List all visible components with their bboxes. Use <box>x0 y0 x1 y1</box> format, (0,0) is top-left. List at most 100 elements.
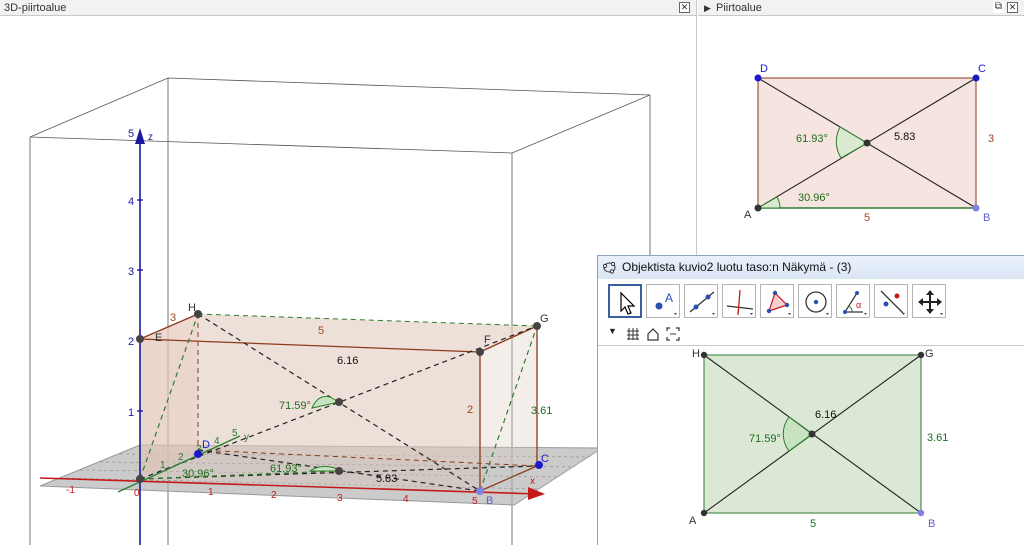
grid-icon[interactable] <box>626 327 640 341</box>
x-tick: 2 <box>271 490 277 501</box>
label-len-2: 2 <box>467 404 473 416</box>
label-angle-corner: 30.96° <box>798 192 830 204</box>
y-tick: 1 <box>160 460 166 471</box>
svg-text:A: A <box>665 291 673 305</box>
graphics-3d-titlebar: 3D-piirtoalue ✕ <box>0 0 696 16</box>
point-center[interactable] <box>863 139 871 147</box>
label-side-right: 3 <box>988 133 994 145</box>
point-c[interactable] <box>972 74 980 82</box>
x-tick: -1 <box>66 485 75 496</box>
z-tick: 4 <box>128 196 134 208</box>
label-side-bottom: 5 <box>864 212 870 224</box>
z-tick: 3 <box>128 266 134 278</box>
x-tick: 0 <box>134 488 140 499</box>
scene-2d[interactable]: A B C D 61.93° 5.83 3 30.96° 5 <box>698 16 1024 258</box>
graphics-2d-panel[interactable]: ▶ Piirtoalue ⧉ ✕ A B C D 61.93° 5.83 3 3… <box>698 0 1024 258</box>
triangle-down-icon[interactable]: ▼ <box>608 326 617 336</box>
graphics-3d-panel[interactable]: 3D-piirtoalue ✕ 1 2 3 4 5 z -1 0 1 2 3 4… <box>0 0 697 545</box>
label-h: H <box>692 348 700 360</box>
x-axis-label: x <box>530 476 535 487</box>
point-center-top <box>335 398 343 406</box>
window-titlebar[interactable]: Objektista kuvio2 luotu taso:n Näkymä - … <box>598 256 1024 279</box>
y-tick: 2 <box>178 452 184 463</box>
move-view-tool[interactable] <box>912 284 946 318</box>
point-tool[interactable]: A <box>646 284 680 318</box>
point-b <box>476 487 484 495</box>
y-tick: 5 <box>232 428 238 439</box>
undock-icon[interactable]: ⧉ <box>993 2 1004 13</box>
point-center-bottom <box>335 467 343 475</box>
svg-text:α: α <box>856 300 861 310</box>
line-tool[interactable] <box>684 284 718 318</box>
close-icon[interactable]: ✕ <box>679 2 690 13</box>
geogebra-icon <box>603 261 616 274</box>
x-tick: 1 <box>208 487 214 498</box>
label-angle-small: 30.96° <box>182 468 214 480</box>
plane-view-window[interactable]: Objektista kuvio2 luotu taso:n Näkymä - … <box>597 255 1024 545</box>
point-b[interactable] <box>972 204 980 212</box>
label-side-top: 3.61 <box>531 405 552 417</box>
graphics-2d-title: Piirtoalue <box>716 2 762 14</box>
label-angle: 71.59° <box>749 433 781 445</box>
move-tool[interactable] <box>608 284 642 318</box>
angle-tool[interactable]: α <box>836 284 870 318</box>
label-b: B <box>983 212 990 224</box>
point-a[interactable] <box>754 204 762 212</box>
label-d: D <box>202 439 210 451</box>
label-c: C <box>978 63 986 75</box>
label-side-right: 3.61 <box>927 432 948 444</box>
z-tick: 1 <box>128 407 134 419</box>
point-f <box>476 348 484 356</box>
label-e: E <box>155 332 162 344</box>
y-tick: 4 <box>214 436 220 447</box>
label-a: A <box>744 209 752 221</box>
point-e <box>136 335 144 343</box>
graphics-3d-title: 3D-piirtoalue <box>4 2 67 14</box>
label-len-3: 3 <box>170 312 176 324</box>
label-f: F <box>484 334 491 346</box>
label-b: B <box>486 495 493 507</box>
perpendicular-tool[interactable] <box>722 284 756 318</box>
point-h[interactable] <box>700 351 708 359</box>
x-tick: 5 <box>472 496 478 507</box>
point-g[interactable] <box>917 351 925 359</box>
label-d: D <box>760 63 768 75</box>
label-angle-top: 71.59° <box>279 400 311 412</box>
label-g: G <box>925 348 934 360</box>
z-tick: 2 <box>128 336 134 348</box>
label-side-bottom: 5 <box>810 518 816 530</box>
label-diag-bottom: 5.83 <box>376 473 397 485</box>
point-a[interactable] <box>700 509 708 517</box>
close-icon[interactable]: ✕ <box>1007 2 1018 13</box>
scene-plane[interactable]: H G A B 6.16 71.59° 3.61 5 <box>598 346 1024 546</box>
scene-3d[interactable]: 1 2 3 4 5 z -1 0 1 2 3 4 5 x 1 2 3 4 5 y <box>0 16 697 545</box>
label-diag: 6.16 <box>815 409 836 421</box>
home-icon[interactable] <box>646 327 660 341</box>
point-b[interactable] <box>917 509 925 517</box>
label-angle-bottom: 61.93° <box>270 463 302 475</box>
y-axis-label: y <box>244 432 249 443</box>
label-angle-center: 61.93° <box>796 133 828 145</box>
label-a: A <box>689 515 697 527</box>
x-tick: 3 <box>337 493 343 504</box>
point-a <box>136 475 144 483</box>
label-h: H <box>188 302 196 314</box>
triangle-right-icon[interactable]: ▶ <box>704 0 711 16</box>
point-d <box>194 450 202 458</box>
view-frame-icon[interactable] <box>666 327 680 341</box>
reflect-tool[interactable] <box>874 284 908 318</box>
z-axis-arrow <box>135 128 145 144</box>
label-diag: 5.83 <box>894 131 915 143</box>
label-c: C <box>541 453 549 465</box>
label-b: B <box>928 518 935 530</box>
point-d[interactable] <box>754 74 762 82</box>
polygon-tool[interactable] <box>760 284 794 318</box>
point-center[interactable] <box>808 430 816 438</box>
x-tick: 4 <box>403 494 409 505</box>
z-axis-label: z <box>148 132 153 143</box>
circle-tool[interactable] <box>798 284 832 318</box>
label-g: G <box>540 313 549 325</box>
label-diag-top: 6.16 <box>337 355 358 367</box>
graphics-2d-titlebar: ▶ Piirtoalue ⧉ ✕ <box>698 0 1024 16</box>
z-tick: 5 <box>128 128 134 140</box>
